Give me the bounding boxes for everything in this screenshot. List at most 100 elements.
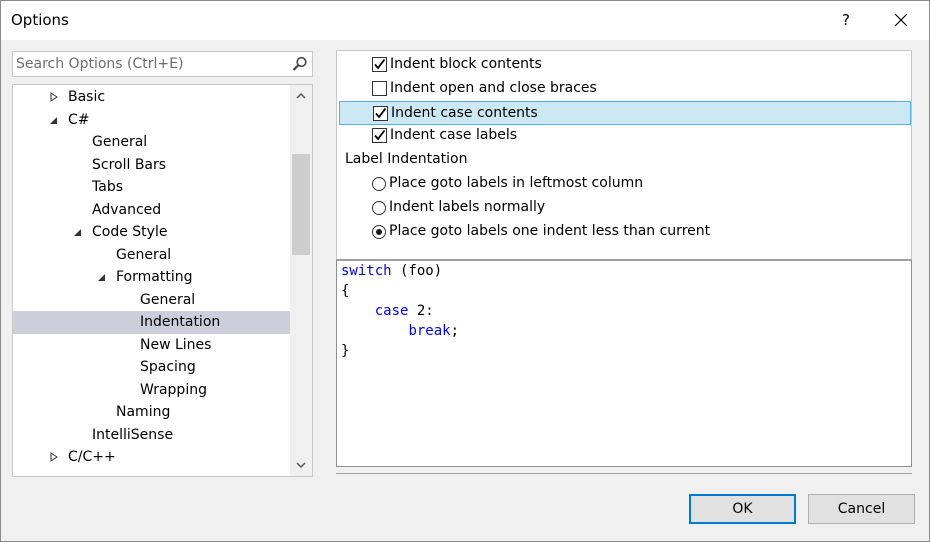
checkbox-checked[interactable] xyxy=(372,128,387,144)
code-text: (foo) xyxy=(391,263,443,279)
code-line: { xyxy=(341,281,349,301)
checkbox-option[interactable]: Indent open and close braces xyxy=(337,77,911,101)
tree-item[interactable]: Basic xyxy=(13,86,290,109)
tree-item-label: Spacing xyxy=(140,359,196,375)
checkbox-label: Indent block contents xyxy=(390,56,542,72)
group-label-row: Label Indentation xyxy=(337,148,911,172)
collapse-arrow-icon[interactable] xyxy=(49,109,61,131)
tree-item-label: Basic xyxy=(68,89,106,105)
tree-item-label: General xyxy=(92,134,148,150)
checkmark-icon xyxy=(375,107,387,119)
options-dialog: Options ? BasicC#GeneralScroll BarsTabsA… xyxy=(0,0,930,542)
tree-item[interactable]: Code Style xyxy=(13,221,290,244)
help-button[interactable]: ? xyxy=(830,5,862,35)
collapse-arrow-icon[interactable] xyxy=(97,266,109,288)
window-title: Options xyxy=(11,11,69,29)
checkbox-checked[interactable] xyxy=(372,57,387,72)
radio-option[interactable]: Place goto labels in leftmost column xyxy=(337,172,911,196)
close-icon xyxy=(894,13,908,27)
tree-item[interactable]: Naming xyxy=(13,401,290,424)
checkmark-icon xyxy=(374,130,386,141)
tree-item-label: C# xyxy=(68,111,90,128)
cancel-button[interactable]: Cancel xyxy=(808,494,915,524)
code-keyword: switch xyxy=(341,263,392,279)
close-button[interactable] xyxy=(885,5,917,35)
tree-item-label: IntelliSense xyxy=(92,426,174,443)
tree-item[interactable]: General xyxy=(13,131,290,154)
chevron-down-icon xyxy=(296,462,306,469)
checkbox-option[interactable]: Indent case contents xyxy=(339,100,911,125)
radio-unselected[interactable] xyxy=(372,177,386,191)
tree-item[interactable]: Advanced xyxy=(13,199,290,222)
tree-item-label: Tabs xyxy=(92,179,123,195)
radio-label: Place goto labels in leftmost column xyxy=(389,175,644,191)
checkbox-unchecked[interactable] xyxy=(372,80,387,96)
code-line: break; xyxy=(341,321,459,341)
checkmark-icon xyxy=(374,58,386,70)
tree-item-label: Wrapping xyxy=(140,381,207,398)
checkbox-checked[interactable] xyxy=(373,105,388,121)
tree-item[interactable]: Wrapping xyxy=(13,379,290,402)
radio-label: Place goto labels one indent less than c… xyxy=(389,222,711,239)
radio-option[interactable]: Place goto labels one indent less than c… xyxy=(337,220,911,244)
tree-item-label: Formatting xyxy=(116,269,193,285)
search-icon[interactable] xyxy=(292,56,308,72)
tree-item-label: Scroll Bars xyxy=(92,156,167,173)
radio-unselected[interactable] xyxy=(372,200,386,215)
collapse-arrow-icon[interactable] xyxy=(73,221,85,243)
radio-option[interactable]: Indent labels normally xyxy=(337,196,911,220)
code-text: { xyxy=(341,283,350,299)
checkbox-label: Indent open and close braces xyxy=(390,79,597,96)
ok-button[interactable]: OK xyxy=(689,494,796,524)
tree-item-label: Indentation xyxy=(140,314,221,330)
code-line: } xyxy=(341,341,349,361)
title-bar: Options ? xyxy=(1,1,929,40)
tree-item-label: Code Style xyxy=(92,224,168,240)
scroll-up-button[interactable] xyxy=(290,85,312,107)
code-keyword: case xyxy=(374,303,409,319)
separator xyxy=(336,473,912,474)
code-line: case 2: xyxy=(341,301,434,321)
tree-item[interactable]: Formatting xyxy=(13,266,290,289)
expand-arrow-icon[interactable] xyxy=(49,446,61,468)
tree-item[interactable]: Tabs xyxy=(13,176,290,199)
tree-item[interactable]: Scroll Bars xyxy=(13,154,290,177)
options-tree: Basic C# General Scroll Bars Tabs Advanced Cod… xyxy=(12,84,313,477)
checkbox-option[interactable]: Indent block contents xyxy=(337,53,911,77)
tree-item-label: General xyxy=(140,291,196,308)
indentation-options: Indent block contents Indent open and clo… xyxy=(336,50,912,259)
tree-item-label: New Lines xyxy=(140,336,212,353)
search-input[interactable] xyxy=(16,54,286,74)
search-box xyxy=(12,51,313,77)
label-indentation-heading: Label Indentation xyxy=(345,151,468,168)
tree-item[interactable]: C/C++ xyxy=(13,446,290,469)
tree-item[interactable]: Spacing xyxy=(13,356,290,379)
tree-scrollbar[interactable] xyxy=(290,85,312,476)
tree-item-label: Naming xyxy=(116,404,171,420)
code-preview: switch (foo) { case 2: break;} xyxy=(336,259,912,467)
radio-label: Indent labels normally xyxy=(389,198,546,215)
tree-item[interactable]: IntelliSense xyxy=(13,424,290,447)
tree-item-label: Advanced xyxy=(92,201,162,218)
checkbox-label: Indent case contents xyxy=(391,104,538,121)
tree-items: Basic C# General Scroll Bars Tabs Advanced Cod… xyxy=(13,85,290,476)
code-text: } xyxy=(341,343,350,359)
radio-dot-icon xyxy=(376,228,382,235)
code-text: ; xyxy=(450,323,460,339)
expand-arrow-icon[interactable] xyxy=(49,86,61,108)
scroll-down-button[interactable] xyxy=(290,454,312,476)
radio-selected[interactable] xyxy=(372,224,386,239)
tree-item[interactable]: General xyxy=(13,289,290,312)
checkbox-label: Indent case labels xyxy=(390,127,518,144)
scroll-thumb[interactable] xyxy=(292,154,310,255)
tree-item[interactable]: C# xyxy=(13,109,290,132)
tree-item[interactable]: Indentation xyxy=(13,311,290,334)
tree-item[interactable]: New Lines xyxy=(13,334,290,357)
tree-item[interactable]: General xyxy=(13,244,290,267)
checkbox-option[interactable]: Indent case labels xyxy=(337,124,911,148)
tree-item-label: C/C++ xyxy=(68,449,116,465)
code-keyword: break xyxy=(408,323,451,339)
tree-item-label: General xyxy=(116,246,172,263)
